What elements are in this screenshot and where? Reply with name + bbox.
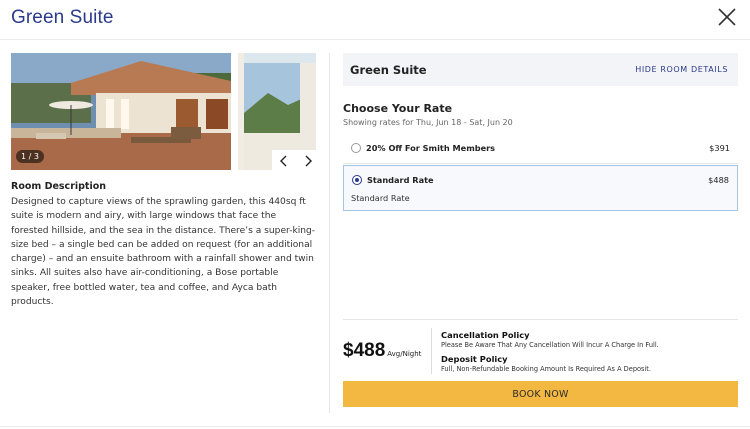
prev-photo-button[interactable] [272,150,296,170]
modal-header: Green Suite [0,0,750,40]
close-icon [718,8,736,26]
next-photo-button[interactable] [296,150,316,170]
photo-gallery: 1 / 3 [11,53,316,170]
close-button[interactable] [716,6,738,28]
cancellation-policy-title: Cancellation Policy [441,330,530,340]
choose-rate-heading: Choose Your Rate [343,102,453,115]
price-summary: $488 Avg/Night [343,340,421,362]
room-name: Green Suite [350,63,427,77]
price-unit: Avg/Night [387,350,422,358]
policies: Cancellation Policy Please Be Aware That… [441,329,738,378]
price-divider [431,328,432,374]
rate-option-price: $391 [709,143,730,153]
price-amount: $488 [343,340,386,361]
radio-icon[interactable] [352,175,362,185]
room-panel-header: Green Suite HIDE ROOM DETAILS [343,53,738,86]
rate-option-standard[interactable]: Standard Rate $488 Standard Rate [343,165,738,211]
footer-divider [0,426,750,427]
gallery-nav [272,150,316,170]
chevron-right-icon [305,155,312,166]
summary-divider [343,319,738,320]
room-photo-main[interactable] [11,53,231,170]
hide-room-details-link[interactable]: HIDE ROOM DETAILS [635,65,728,74]
column-divider [329,53,330,413]
radio-icon[interactable] [351,143,361,153]
room-description-title: Room Description [11,181,107,192]
room-info-column: 1 / 3 Room Description Designed to captu… [11,53,316,307]
rate-option-detail: Standard Rate [351,193,410,203]
rate-option-label: 20% Off For Smith Members [366,143,496,153]
rate-dates: Showing rates for Thu, Jun 18 - Sat, Jun… [343,118,513,127]
photo-counter: 1 / 3 [16,150,44,163]
cancellation-policy-text: Please Be Aware That Any Cancellation Wi… [441,341,659,349]
rate-option-price: $488 [708,175,729,185]
chevron-left-icon [280,155,287,166]
modal-title: Green Suite [11,7,114,28]
rate-option-members[interactable]: 20% Off For Smith Members $391 [343,134,738,164]
rate-option-label: Standard Rate [367,175,434,185]
deposit-policy-text: Full, Non-Refundable Booking Amount Is R… [441,365,651,373]
room-description-text: Designed to capture views of the sprawli… [11,197,316,308]
deposit-policy-title: Deposit Policy [441,354,508,364]
book-now-button[interactable]: BOOK NOW [343,381,738,407]
